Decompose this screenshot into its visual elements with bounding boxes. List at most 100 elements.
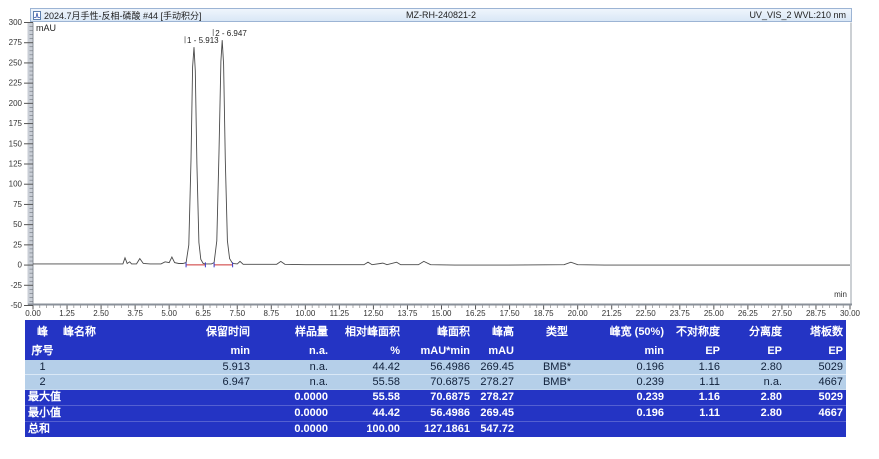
- summary-cell: [785, 422, 846, 438]
- summary-cell: 44.42: [331, 406, 403, 422]
- column-header: 峰面积: [403, 320, 473, 341]
- chromatogram-icon: [33, 11, 41, 20]
- column-header: %: [331, 341, 403, 360]
- results-header-row-1: 峰峰名称保留时间样品量相对峰面积峰面积峰高类型峰宽 (50%)不对称度分离度塔板…: [25, 320, 846, 341]
- svg-text:27.50: 27.50: [772, 309, 793, 318]
- svg-text:3.75: 3.75: [127, 309, 143, 318]
- column-header: EP: [785, 341, 846, 360]
- summary-cell: 0.0000: [253, 390, 331, 406]
- summary-cell: [723, 422, 785, 438]
- summary-cell: [517, 422, 597, 438]
- svg-text:225: 225: [9, 79, 23, 88]
- chromatogram-trace: [33, 40, 850, 265]
- sample-name: MZ-RH-240821-2: [406, 10, 476, 20]
- plot-axes: 3002752502252001751501251007550250-25-50…: [9, 18, 861, 318]
- column-header: 峰: [25, 320, 60, 341]
- column-header: 峰名称: [60, 320, 165, 341]
- result-cell: BMB*: [517, 360, 597, 375]
- summary-cell: 1.11: [667, 406, 723, 422]
- column-header: 保留时间: [165, 320, 253, 341]
- svg-text:12.50: 12.50: [363, 309, 384, 318]
- column-header: min: [165, 341, 253, 360]
- summary-cell: 0.0000: [253, 406, 331, 422]
- result-cell: 2.80: [723, 360, 785, 375]
- injection-title: 2024.7月手性-反相-磷酸 #44 [手动积分]: [44, 9, 202, 22]
- column-header: 分离度: [723, 320, 785, 341]
- peak-result-row[interactable]: 15.913n.a.44.4256.4986269.45BMB*0.1961.1…: [25, 360, 846, 375]
- summary-label: 最大值: [25, 390, 165, 406]
- result-cell: 278.27: [473, 375, 517, 390]
- svg-text:25: 25: [13, 240, 22, 249]
- summary-cell: 55.58: [331, 390, 403, 406]
- column-header: n.a.: [253, 341, 331, 360]
- peak-labels: 1 - 5.9132 - 6.947: [185, 29, 247, 45]
- svg-text:250: 250: [9, 58, 23, 67]
- summary-cell: [597, 422, 667, 438]
- column-header: mAU*min: [403, 341, 473, 360]
- svg-text:50: 50: [13, 220, 22, 229]
- svg-text:15.00: 15.00: [431, 309, 452, 318]
- result-cell: BMB*: [517, 375, 597, 390]
- svg-text:175: 175: [9, 119, 23, 128]
- svg-text:-25: -25: [10, 281, 22, 290]
- result-cell: 1.16: [667, 360, 723, 375]
- result-cell: n.a.: [253, 375, 331, 390]
- summary-cell: 0.0000: [253, 422, 331, 438]
- result-cell: 1: [25, 360, 60, 375]
- svg-text:0: 0: [18, 261, 23, 270]
- svg-text:16.25: 16.25: [466, 309, 487, 318]
- svg-text:13.75: 13.75: [397, 309, 418, 318]
- result-cell: n.a.: [253, 360, 331, 375]
- svg-text:2 - 6.947: 2 - 6.947: [215, 29, 247, 38]
- svg-text:28.75: 28.75: [806, 309, 827, 318]
- summary-cell: 269.45: [473, 406, 517, 422]
- result-cell: [60, 375, 165, 390]
- chromatogram-title-bar[interactable]: 2024.7月手性-反相-磷酸 #44 [手动积分] MZ-RH-240821-…: [30, 8, 852, 22]
- column-header: 序号: [25, 341, 60, 360]
- summary-cell: [165, 422, 253, 438]
- svg-text:300: 300: [9, 18, 23, 27]
- result-cell: 56.4986: [403, 360, 473, 375]
- svg-text:23.75: 23.75: [670, 309, 691, 318]
- svg-text:21.25: 21.25: [602, 309, 623, 318]
- svg-text:20.00: 20.00: [568, 309, 589, 318]
- svg-text:-50: -50: [10, 301, 22, 310]
- column-header: 峰高: [473, 320, 517, 341]
- svg-text:1.25: 1.25: [59, 309, 75, 318]
- result-cell: n.a.: [723, 375, 785, 390]
- summary-row: 最小值0.000044.4256.4986269.450.1961.112.80…: [25, 406, 846, 422]
- result-cell: 2: [25, 375, 60, 390]
- column-header: 相对峰面积: [331, 320, 403, 341]
- result-cell: 269.45: [473, 360, 517, 375]
- result-cell: 70.6875: [403, 375, 473, 390]
- svg-text:100: 100: [9, 180, 23, 189]
- summary-cell: 278.27: [473, 390, 517, 406]
- svg-text:6.25: 6.25: [195, 309, 211, 318]
- summary-cell: 0.239: [597, 390, 667, 406]
- result-cell: [60, 360, 165, 375]
- summary-cell: 1.16: [667, 390, 723, 406]
- column-header: mAU: [473, 341, 517, 360]
- summary-cell: 2.80: [723, 390, 785, 406]
- summary-cell: [165, 390, 253, 406]
- result-cell: 6.947: [165, 375, 253, 390]
- summary-label: 最小值: [25, 406, 165, 422]
- svg-text:22.50: 22.50: [636, 309, 657, 318]
- chromatogram-plot[interactable]: 3002752502252001751501251007550250-25-50…: [0, 0, 879, 318]
- column-header: 类型: [517, 320, 597, 341]
- svg-text:275: 275: [9, 38, 23, 47]
- svg-text:10.00: 10.00: [295, 309, 316, 318]
- summary-cell: [517, 390, 597, 406]
- svg-text:18.75: 18.75: [534, 309, 555, 318]
- result-cell: 0.196: [597, 360, 667, 375]
- column-header: [60, 341, 165, 360]
- integration-baselines: [186, 262, 233, 267]
- column-header: [517, 341, 597, 360]
- summary-label: 总和: [25, 422, 165, 438]
- summary-row: 最大值0.000055.5870.6875278.270.2391.162.80…: [25, 390, 846, 406]
- svg-text:75: 75: [13, 200, 22, 209]
- channel-label: UV_VIS_2 WVL:210 nm: [749, 10, 846, 20]
- peak-result-row[interactable]: 26.947n.a.55.5870.6875278.27BMB*0.2391.1…: [25, 375, 846, 390]
- summary-cell: 547.72: [473, 422, 517, 438]
- summary-cell: 4667: [785, 406, 846, 422]
